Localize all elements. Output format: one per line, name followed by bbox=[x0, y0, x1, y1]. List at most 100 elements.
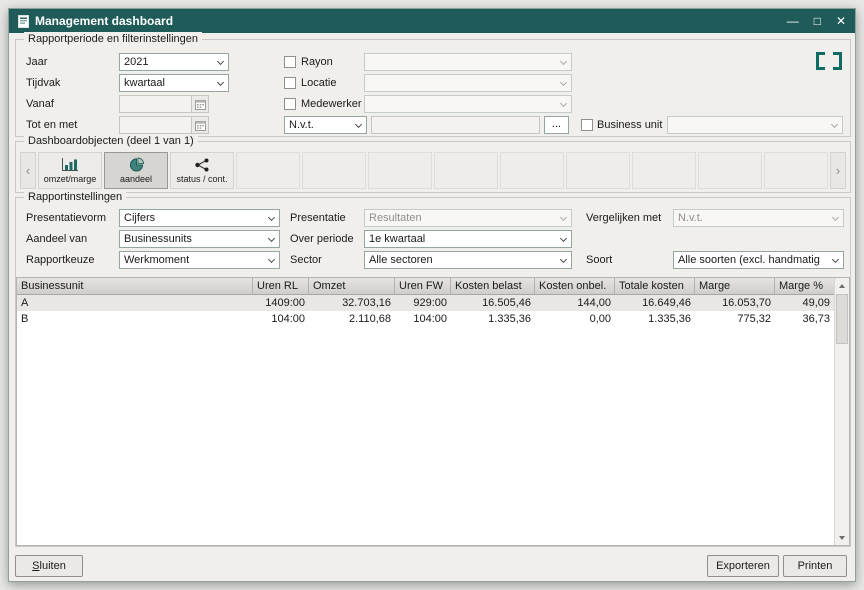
vanaf-label: Vanaf bbox=[26, 95, 54, 113]
tijdvak-select[interactable]: kwartaal bbox=[119, 74, 229, 92]
browse-button[interactable]: ... bbox=[544, 116, 569, 134]
table-cell: 775,32 bbox=[695, 311, 775, 327]
chevron-down-icon bbox=[560, 214, 567, 221]
maximize-button[interactable]: □ bbox=[814, 15, 821, 27]
dashboard-tab-aandeel[interactable]: aandeel bbox=[104, 152, 168, 189]
column-header-kosten-onbel[interactable]: Kosten onbel. bbox=[535, 278, 615, 294]
dashboard-prev-button[interactable]: ‹ bbox=[20, 152, 36, 189]
business-unit-checkbox[interactable] bbox=[581, 119, 593, 131]
presentatie-value: Resultaten bbox=[369, 212, 422, 224]
dashboard-slot-empty bbox=[500, 152, 564, 189]
table-cell: 49,09 bbox=[775, 295, 834, 311]
dashboard-next-button[interactable]: › bbox=[830, 152, 846, 189]
chevron-down-icon bbox=[217, 79, 224, 86]
document-icon bbox=[18, 15, 29, 28]
table-cell: 929:00 bbox=[395, 295, 451, 311]
chevron-down-icon bbox=[560, 58, 567, 65]
chevron-down-icon bbox=[832, 256, 839, 263]
sector-select[interactable]: Alle sectoren bbox=[364, 251, 572, 269]
rapportkeuze-value: Werkmoment bbox=[124, 254, 189, 266]
table-cell: 104:00 bbox=[395, 311, 451, 327]
chevron-down-icon bbox=[560, 256, 567, 263]
chevron-down-icon bbox=[560, 79, 567, 86]
vanaf-calendar-button bbox=[191, 95, 209, 113]
vanaf-input bbox=[119, 95, 192, 113]
jaar-label: Jaar bbox=[26, 53, 47, 71]
dashboard-objects-section: Dashboardobjecten (deel 1 van 1) ‹ omzet… bbox=[15, 141, 851, 193]
sector-label: Sector bbox=[290, 251, 322, 269]
table-cell: 32.703,16 bbox=[309, 295, 395, 311]
aandeel-van-select[interactable]: Businessunits bbox=[119, 230, 280, 248]
column-header-totale-kosten[interactable]: Totale kosten bbox=[615, 278, 695, 294]
pie-chart-icon bbox=[129, 157, 144, 172]
dialog-window: Management dashboard — □ ✕ Rapportperiod… bbox=[8, 8, 856, 582]
column-header-uren-fw[interactable]: Uren FW bbox=[395, 278, 451, 294]
table-cell: 16.649,46 bbox=[615, 295, 695, 311]
exporteren-button[interactable]: Exporteren bbox=[707, 555, 779, 577]
report-settings-section: Rapportinstellingen Presentatievorm Cijf… bbox=[15, 197, 851, 547]
chevron-down-icon bbox=[268, 256, 275, 263]
minimize-button[interactable]: — bbox=[787, 15, 799, 27]
calendar-icon bbox=[195, 120, 206, 131]
chevron-down-icon bbox=[355, 121, 362, 128]
medewerker-checkbox[interactable] bbox=[284, 98, 296, 110]
dashboard-tab-label: aandeel bbox=[120, 174, 152, 184]
chevron-down-icon bbox=[268, 214, 275, 221]
close-button[interactable]: ✕ bbox=[836, 15, 846, 27]
column-header-businessunit[interactable]: Businessunit bbox=[17, 278, 253, 294]
dashboard-tab-omzet-marge[interactable]: omzet/marge bbox=[38, 152, 102, 189]
presentatievorm-select[interactable]: Cijfers bbox=[119, 209, 280, 227]
medewerker-label: Medewerker bbox=[301, 95, 362, 113]
vergelijken-met-select: N.v.t. bbox=[673, 209, 844, 227]
dashboard-tab-label: status / cont. bbox=[176, 174, 227, 184]
column-header-uren-rl[interactable]: Uren RL bbox=[253, 278, 309, 294]
printen-button[interactable]: Printen bbox=[783, 555, 847, 577]
dashboard-slot-empty bbox=[236, 152, 300, 189]
table-row[interactable]: B 104:00 2.110,68 104:00 1.335,36 0,00 1… bbox=[17, 311, 834, 327]
table-cell: 1.335,36 bbox=[451, 311, 535, 327]
window-controls: — □ ✕ bbox=[787, 15, 846, 27]
filter-value-input bbox=[371, 116, 540, 134]
business-unit-select bbox=[667, 116, 843, 134]
rayon-checkbox[interactable] bbox=[284, 56, 296, 68]
aandeel-van-label: Aandeel van bbox=[26, 230, 87, 248]
calendar-icon bbox=[195, 99, 206, 110]
table-cell: 1.335,36 bbox=[615, 311, 695, 327]
dashboard-slot-empty bbox=[764, 152, 828, 189]
presentatie-select: Resultaten bbox=[364, 209, 572, 227]
locatie-checkbox[interactable] bbox=[284, 77, 296, 89]
vertical-scrollbar[interactable] bbox=[834, 278, 849, 545]
locatie-select bbox=[364, 74, 572, 92]
sluiten-button[interactable]: Sluiten bbox=[15, 555, 83, 577]
column-header-kosten-belast[interactable]: Kosten belast bbox=[451, 278, 535, 294]
table-cell: 104:00 bbox=[253, 311, 309, 327]
chevron-down-icon bbox=[268, 235, 275, 242]
column-header-omzet[interactable]: Omzet bbox=[309, 278, 395, 294]
nvt-select[interactable]: N.v.t. bbox=[284, 116, 367, 134]
chevron-down-icon bbox=[217, 58, 224, 65]
column-header-marge-pct[interactable]: Marge % bbox=[775, 278, 834, 294]
bar-chart-icon bbox=[61, 158, 79, 172]
scroll-up-button[interactable] bbox=[835, 278, 849, 293]
aandeel-van-value: Businessunits bbox=[124, 233, 192, 245]
scroll-down-button[interactable] bbox=[835, 530, 849, 545]
dashboard-tab-status-cont[interactable]: status / cont. bbox=[170, 152, 234, 189]
dashboard-slot-empty bbox=[632, 152, 696, 189]
presentatievorm-label: Presentatievorm bbox=[26, 209, 106, 227]
soort-select[interactable]: Alle soorten (excl. handmatig bbox=[673, 251, 844, 269]
arrow-up-icon bbox=[839, 284, 845, 288]
fullscreen-button[interactable] bbox=[816, 52, 842, 74]
scrollbar-thumb[interactable] bbox=[836, 294, 848, 344]
tot-en-met-input bbox=[119, 116, 192, 134]
column-header-marge[interactable]: Marge bbox=[695, 278, 775, 294]
jaar-select[interactable]: 2021 bbox=[119, 53, 229, 71]
table-cell: 16.053,70 bbox=[695, 295, 775, 311]
rapportkeuze-select[interactable]: Werkmoment bbox=[119, 251, 280, 269]
vergelijken-met-label: Vergelijken met bbox=[586, 209, 661, 227]
dashboard-tab-label: omzet/marge bbox=[44, 174, 97, 184]
table-cell: 0,00 bbox=[535, 311, 615, 327]
table-row[interactable]: A 1409:00 32.703,16 929:00 16.505,46 144… bbox=[17, 295, 834, 311]
table-cell: 16.505,46 bbox=[451, 295, 535, 311]
titlebar: Management dashboard — □ ✕ bbox=[9, 9, 855, 33]
over-periode-select[interactable]: 1e kwartaal bbox=[364, 230, 572, 248]
